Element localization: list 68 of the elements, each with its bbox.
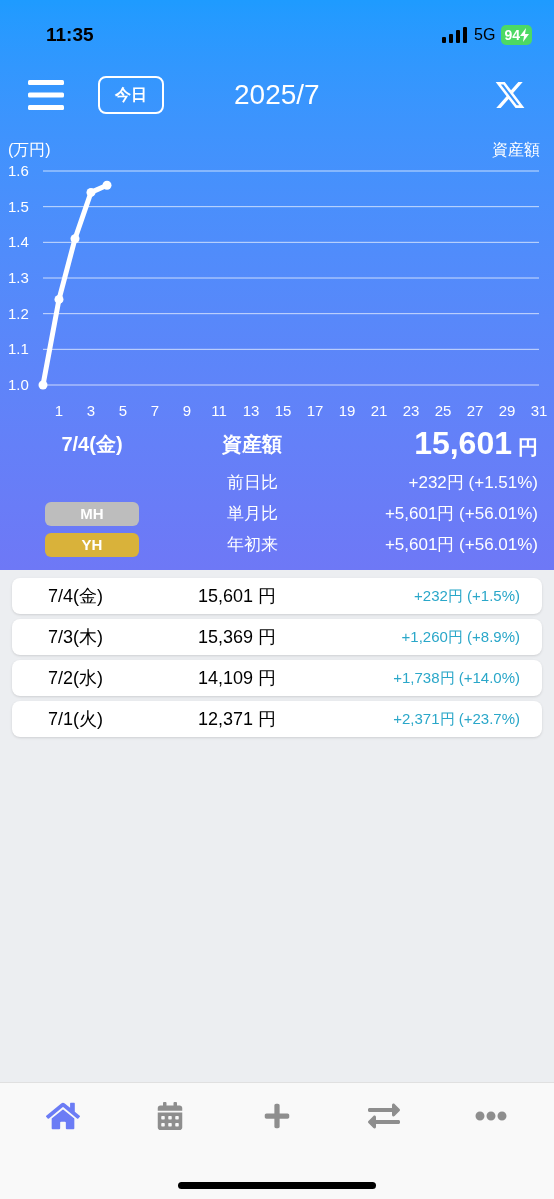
axis-tick-label: 13 [242, 402, 260, 419]
point [86, 187, 96, 197]
axis-tick-label: 7 [150, 402, 160, 419]
axis-tick-label: 9 [182, 402, 192, 419]
row-date: 7/2(水) [47, 666, 104, 690]
asset-label: 資産額 [221, 432, 283, 457]
row-change: +232円 (+1.5%) [414, 585, 521, 606]
row-date: 7/3(木) [47, 625, 104, 649]
axis-tick-label: 1.1 [8, 340, 29, 358]
row-change: +1,260円 (+8.9%) [401, 626, 521, 647]
badge: MH [45, 501, 139, 526]
logo-icon[interactable] [494, 79, 526, 111]
row-change: +1,738円 (+14.0%) [393, 667, 521, 688]
battery-indicator: 94 [501, 25, 532, 45]
row-amount: 14,109 円 [196, 666, 278, 690]
axis-tick-label: 27 [466, 402, 484, 419]
history-row[interactable]: 7/1(火) 12,371 円 +2,371円 (+23.7%) [12, 701, 542, 737]
row-change: +2,371円 (+23.7%) [393, 708, 521, 729]
point [70, 234, 80, 244]
axis-tick-label: 19 [338, 402, 356, 419]
axis-tick-label: 1.5 [8, 197, 29, 215]
point [38, 380, 48, 390]
badge: YH [45, 532, 139, 557]
axis-tick-label: 1.4 [8, 233, 29, 251]
row-amount: 15,369 円 [196, 625, 278, 649]
menu-icon[interactable] [28, 80, 64, 110]
comparison-label: 年初来 [225, 533, 279, 556]
axis-tick-label: 1.0 [8, 376, 29, 393]
row-amount: 15,601 円 [196, 584, 278, 608]
selected-date: 7/4(金) [60, 432, 124, 457]
comparison-value: +232円 (+1.51%) [408, 471, 539, 494]
row-date: 7/1(火) [47, 707, 104, 731]
currency-unit: 円 [518, 435, 538, 460]
axis-tick-label: 5 [118, 402, 128, 419]
comparison-label: 単月比 [225, 502, 279, 525]
axis-tick-label: 31 [530, 402, 548, 419]
axis-tick-label: 29 [498, 402, 516, 419]
history-row[interactable]: 7/2(水) 14,109 円 +1,738円 (+14.0%) [12, 660, 542, 696]
network-label: 5G [474, 25, 496, 45]
axis-tick-label: 17 [306, 402, 324, 419]
axis-tick-label: 25 [434, 402, 452, 419]
axis-tick-label: 1.3 [8, 269, 29, 286]
history-row[interactable]: 7/4(金) 15,601 円 +232円 (+1.5%) [12, 578, 542, 614]
row-amount: 12,371 円 [196, 707, 278, 731]
point [102, 180, 112, 190]
axis-tick-label: 1.2 [8, 304, 29, 322]
legend-label: 資産額 [492, 140, 541, 158]
unit-label: (万円) [8, 140, 51, 158]
calendar-icon [156, 1102, 185, 1130]
axis-tick-label: 1.6 [8, 162, 29, 179]
comparison-value: +5,601円 (+56.01%) [384, 533, 539, 556]
signal-icon [442, 27, 469, 43]
axis-tick-label: 11 [211, 402, 227, 419]
axis-tick-label: 1 [54, 402, 64, 419]
point [54, 294, 64, 304]
axis-tick-label: 3 [86, 402, 96, 419]
charging-bolt-icon [520, 28, 529, 42]
status-time: 11:35 [46, 22, 94, 47]
axis-tick-label: 15 [274, 402, 292, 419]
axis-tick-label: 21 [370, 402, 388, 419]
history-row[interactable]: 7/3(木) 15,369 円 +1,260円 (+8.9%) [12, 619, 542, 655]
comparison-label: 前日比 [225, 471, 279, 494]
comparison-value: +5,601円 (+56.01%) [384, 502, 539, 525]
asset-amount: 15,601 [414, 424, 512, 463]
axis-tick-label: 23 [402, 402, 420, 419]
month-title: 2025/7 [234, 78, 320, 112]
plus-icon [263, 1102, 291, 1130]
row-date: 7/4(金) [47, 584, 104, 608]
